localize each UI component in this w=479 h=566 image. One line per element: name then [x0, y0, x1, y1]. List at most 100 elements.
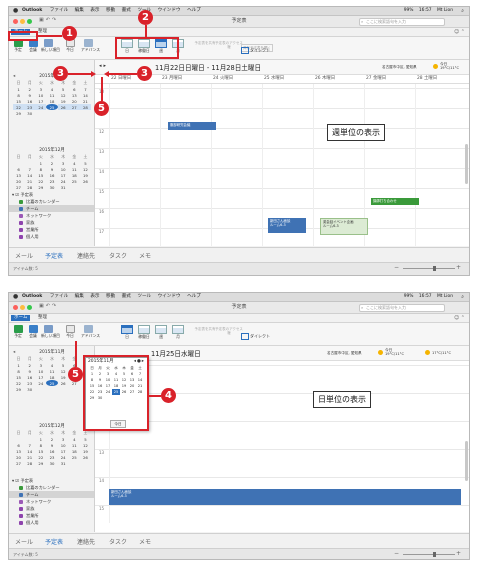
today-button[interactable]: 今日: [63, 325, 77, 338]
nav-contacts[interactable]: 連絡先: [77, 537, 95, 546]
calendar-folder-item[interactable]: チーム: [9, 491, 94, 498]
menu-go[interactable]: 移動: [106, 294, 115, 299]
calendar-folder-item[interactable]: ネットワーク: [9, 498, 94, 505]
day-cell[interactable]: 28: [24, 460, 35, 466]
day-cell[interactable]: 30: [24, 110, 35, 116]
view-week-button[interactable]: 週: [153, 325, 169, 339]
advance-button[interactable]: アドバンス: [81, 39, 100, 52]
menu-file[interactable]: ファイル: [50, 294, 68, 299]
time-grid[interactable]: 1011121314151617 服部研究会議 新田さん面談ルーム6-3 英会話…: [95, 84, 469, 246]
zoom-in-icon[interactable]: +: [456, 550, 461, 557]
menu-help[interactable]: ヘルプ: [187, 8, 201, 13]
menu-window[interactable]: ウインドウ: [158, 8, 181, 13]
tab-organize[interactable]: 整理: [35, 315, 50, 321]
calendar-folder-item[interactable]: 営業所: [9, 512, 94, 519]
calendar-folder-item[interactable]: 家族: [9, 505, 94, 512]
view-workweek-button[interactable]: 稼働日: [136, 325, 152, 339]
menu-tools[interactable]: ツール: [137, 294, 151, 299]
day-cell[interactable]: 29: [35, 184, 46, 190]
calendar-folder-item[interactable]: 個人用: [9, 233, 94, 240]
checkbox-icon[interactable]: [19, 235, 23, 239]
category-button[interactable]: ダイレクト: [241, 333, 270, 340]
day-cell[interactable]: 18: [46, 98, 57, 104]
event-item[interactable]: 新田さん面談 ルーム6-3: [268, 218, 306, 233]
day-cell[interactable]: 31: [58, 460, 69, 466]
day-cell[interactable]: 30: [46, 460, 57, 466]
checkbox-icon[interactable]: [19, 514, 23, 518]
calendar-folder-item[interactable]: 比嘉のカレンダー: [9, 484, 94, 491]
day-header[interactable]: 25 水曜日: [264, 75, 284, 83]
mini-calendar-december[interactable]: 2015年12月 日月火水木金土 1 2 3 4 5 6 7 8 9 10 11 12 13 14 15 16 1…: [13, 148, 91, 190]
day-cell[interactable]: 29: [13, 110, 24, 116]
next-week-icon[interactable]: ▸: [104, 63, 109, 69]
nav-calendar[interactable]: 予定表: [45, 251, 63, 260]
new-appointment-button[interactable]: 予定: [11, 325, 25, 338]
mini-calendar-december[interactable]: 2015年12月 日月火水木金土 1 2 3 4 5 6 7 8 9 10 11 12 13 14 15 16 1…: [13, 424, 91, 466]
menu-format[interactable]: 書式: [122, 8, 131, 13]
day-cell[interactable]: 27: [13, 184, 24, 190]
day-cell[interactable]: 31: [58, 184, 69, 190]
category-button[interactable]: ダイレクト: [241, 47, 270, 54]
calendar-folder-item[interactable]: チーム: [9, 205, 94, 212]
day-header[interactable]: 23 月曜日: [162, 75, 182, 83]
checkbox-icon[interactable]: [19, 214, 23, 218]
ribbon-options-icon[interactable]: ☺ ⌃: [454, 28, 465, 36]
nav-notes[interactable]: メモ: [139, 537, 151, 546]
spotlight-icon[interactable]: ⌕: [461, 7, 464, 15]
menu-view[interactable]: 表示: [90, 8, 99, 13]
checkbox-icon[interactable]: [19, 228, 23, 232]
day-header[interactable]: 26 木曜日: [315, 75, 335, 83]
apple-icon[interactable]: ●: [13, 293, 18, 301]
apple-icon[interactable]: ●: [13, 7, 18, 15]
view-day-button[interactable]: 日: [119, 325, 135, 339]
day-cell[interactable]: 29: [13, 386, 24, 392]
menu-edit[interactable]: 編集: [75, 8, 84, 13]
event-item[interactable]: 新田さん面談 ルーム6-3: [109, 489, 461, 505]
day-header[interactable]: 27 金曜日: [366, 75, 386, 83]
event-item[interactable]: 服部研究会議: [168, 122, 216, 130]
nav-contacts[interactable]: 連絡先: [77, 251, 95, 260]
search-input[interactable]: ⌕ ここに検索語句を入力: [359, 304, 445, 312]
day-cell[interactable]: 18: [46, 374, 57, 380]
calendar-folder-item[interactable]: ネットワーク: [9, 212, 94, 219]
nav-mail[interactable]: メール: [15, 251, 33, 260]
new-items-button[interactable]: 新しい項目: [41, 39, 60, 52]
mini-calendar-grid[interactable]: 日月火水木金土123456789101112131415161718192021…: [13, 430, 91, 466]
calendar-folder-item[interactable]: 営業所: [9, 226, 94, 233]
user-name[interactable]: Mt Lion: [437, 294, 453, 299]
menu-file[interactable]: ファイル: [50, 8, 68, 13]
zoom-out-icon[interactable]: −: [394, 550, 399, 557]
menu-format[interactable]: 書式: [122, 294, 131, 299]
spotlight-icon[interactable]: ⌕: [461, 293, 464, 301]
scrollbar[interactable]: [465, 441, 468, 481]
search-input[interactable]: ⌕ ここに検索語句を入力: [359, 18, 445, 26]
nav-mail[interactable]: メール: [15, 537, 33, 546]
mini-calendar-grid[interactable]: 日月火水木金土123456789101112131415161718192021…: [13, 80, 91, 116]
calendar-folder-item[interactable]: 家族: [9, 219, 94, 226]
calendar-folder-item[interactable]: 個人用: [9, 519, 94, 526]
mini-calendar-november[interactable]: ◂2015年11月 日月火水木金土12345678910111213141516…: [13, 74, 91, 116]
menu-view[interactable]: 表示: [90, 294, 99, 299]
nav-calendar[interactable]: 予定表: [45, 537, 63, 546]
zoom-slider[interactable]: [403, 266, 455, 271]
event-item[interactable]: 講師打ち合わせ: [371, 198, 419, 205]
day-header[interactable]: 28 土曜日: [417, 75, 437, 83]
day-header[interactable]: 22 日曜日: [111, 75, 131, 83]
new-meeting-button[interactable]: 会議: [26, 325, 40, 338]
day-cell[interactable]: 30: [46, 184, 57, 190]
zoom-out-icon[interactable]: −: [394, 264, 399, 271]
nav-notes[interactable]: メモ: [139, 251, 151, 260]
day-header[interactable]: 24 火曜日: [213, 75, 233, 83]
menu-window[interactable]: ウインドウ: [158, 294, 181, 299]
zoom-in-icon[interactable]: +: [456, 264, 461, 271]
user-name[interactable]: Mt Lion: [437, 8, 453, 13]
date-nav-buttons[interactable]: ◂▸: [99, 63, 108, 69]
checkbox-icon[interactable]: [19, 500, 23, 504]
nav-tasks[interactable]: タスク: [109, 537, 127, 546]
day-cell[interactable]: 27: [13, 460, 24, 466]
calendar-folder-item[interactable]: 比嘉のカレンダー: [9, 198, 94, 205]
checkbox-icon[interactable]: [19, 486, 23, 490]
event-item[interactable]: 英会話イベント企画 ルーム6-3: [320, 218, 368, 235]
new-items-button[interactable]: 新しい項目: [41, 325, 60, 338]
nav-tasks[interactable]: タスク: [109, 251, 127, 260]
